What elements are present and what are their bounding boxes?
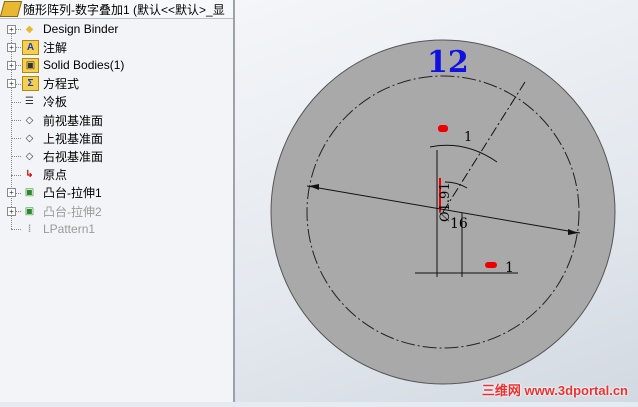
tree-item[interactable]: ◇ 上视基准面 [0,129,230,147]
tree-connector [11,174,21,176]
material-icon: ☰ [25,96,34,108]
expand-icon[interactable]: + [7,206,16,216]
tree-item-label: 前视基准面 [43,113,104,128]
dim-diameter[interactable]: Ø1.91 [438,182,453,222]
tree-item[interactable]: + ▣ Solid Bodies(1) [0,56,230,74]
tree-connector [11,138,21,140]
tree-connector [11,156,21,158]
tree-item-label: 上视基准面 [43,131,104,146]
annotations-icon: A [22,39,39,55]
tree-item-label: 原点 [43,168,68,183]
design-binder-icon: ◆ [25,23,34,35]
tree-item[interactable]: ◇ 前视基准面 [0,111,230,129]
dim-1[interactable]: 1 [505,260,514,276]
dim-angle[interactable]: 1 [464,130,472,145]
origin-icon: ↳ [25,169,34,181]
tree-item-label: Design Binder [43,22,119,36]
extrude-icon: ▣ [24,205,35,217]
tree-item[interactable]: ⁞ LPattern1 [0,220,230,238]
extrude-icon: ▣ [24,187,35,199]
tree-item-label: 冷板 [43,95,68,110]
tree-connector [11,101,21,103]
tree-item[interactable]: + ▣ 凸台-拉伸1 [0,184,230,202]
tree-item[interactable]: ◇ 右视基准面 [0,147,230,165]
tree-item-label: 凸台-拉伸1 [43,186,102,201]
expand-icon[interactable]: + [7,60,16,70]
plane-icon: ◇ [25,150,34,162]
part-title: 随形阵列-数字叠加1 (默认<<默认>_显 [23,2,225,17]
tree-item-label: 凸台-拉伸2 [43,204,102,219]
expand-icon[interactable]: + [7,24,16,34]
tree-item-label: 注解 [43,40,68,55]
tree-item-label: LPattern1 [43,222,96,237]
expand-icon[interactable]: + [7,79,16,89]
tree-item[interactable]: ☰ 冷板 [0,93,230,111]
expand-icon[interactable]: + [7,188,16,198]
plane-icon: ◇ [25,114,34,126]
model-drawing: 12 16 1 1 Ø1.91 [270,39,616,385]
equations-icon: Σ [22,76,39,92]
tree-root[interactable]: 随形阵列-数字叠加1 (默认<<默认>_显 [0,0,233,19]
graphics-viewport[interactable]: 12 16 1 1 Ø1.91 三维网 www.3dportal.cn [235,0,638,402]
tree-item[interactable]: + Σ 方程式 [0,75,230,93]
expand-icon[interactable]: + [7,42,16,52]
tree-item-label: 方程式 [43,77,80,92]
solid-bodies-icon: ▣ [22,57,39,73]
tree-connector [11,120,21,121]
tree-item[interactable]: ↳ 原点 [0,166,230,184]
pattern-number-text: 12 [427,45,469,80]
plane-icon: ◇ [25,132,34,144]
tree-item[interactable]: + ◆ Design Binder [0,20,230,38]
tree-item[interactable]: + A 注解 [0,38,230,56]
watermark: 三维网 www.3dportal.cn [481,383,628,398]
tree-connector [11,229,21,231]
tree-item-label: 右视基准面 [43,149,104,164]
tree-item-label: Solid Bodies(1) [43,58,125,73]
pattern-icon: ⁞ [27,223,32,235]
feature-manager-tree: 随形阵列-数字叠加1 (默认<<默认>_显 + ◆ Design Binder + A 注… [0,0,235,402]
part-icon [0,1,23,17]
tree-item[interactable]: + ▣ 凸台-拉伸2 [0,202,230,220]
